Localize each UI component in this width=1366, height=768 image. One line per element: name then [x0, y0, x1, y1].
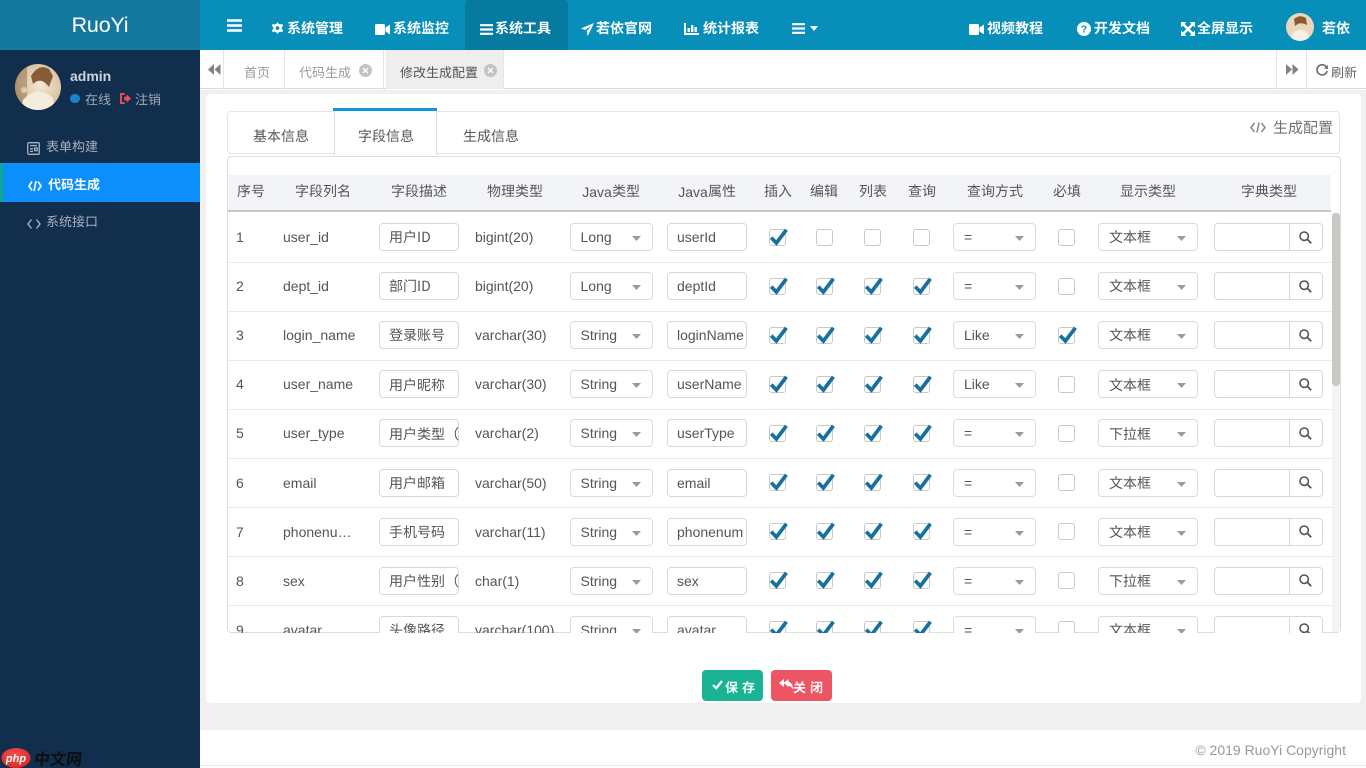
- svg-text:php: php: [5, 753, 26, 765]
- svg-text:?: ?: [1081, 24, 1087, 36]
